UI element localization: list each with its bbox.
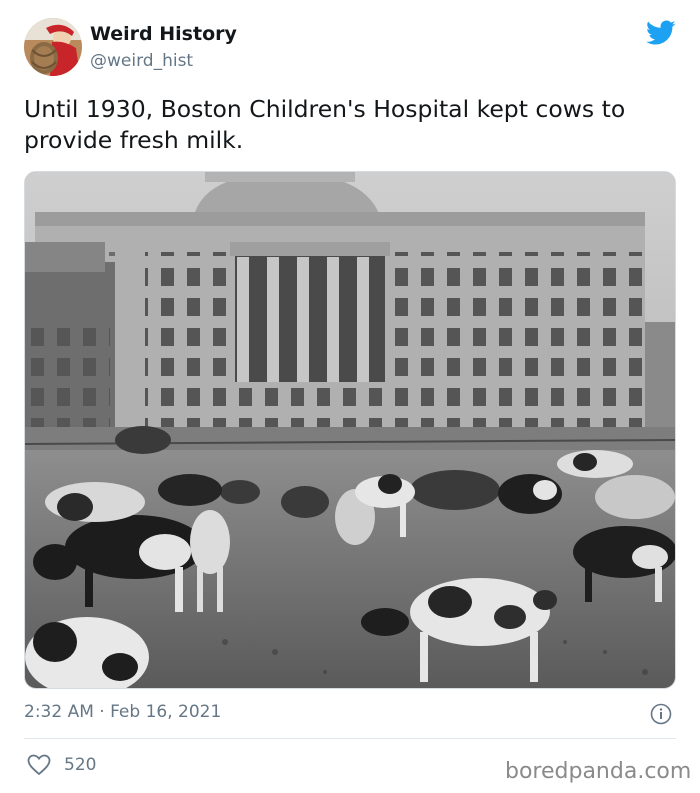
author-display-name[interactable]: Weird History: [90, 23, 237, 45]
tweet-photo[interactable]: [24, 171, 676, 689]
like-count: 520: [64, 755, 97, 775]
historical-photo: [25, 172, 675, 688]
heart-icon[interactable]: [27, 754, 51, 776]
tweet-text: Until 1930, Boston Children's Hospital k…: [24, 95, 626, 154]
tweet-timestamp[interactable]: 2:32 AM · Feb 16, 2021: [24, 702, 221, 722]
avatar[interactable]: [24, 18, 82, 76]
divider: [24, 738, 676, 739]
twitter-bird-icon[interactable]: [646, 20, 676, 46]
info-icon[interactable]: [650, 703, 672, 725]
author-handle[interactable]: @weird_hist: [90, 51, 193, 71]
watermark: boredpanda.com: [505, 759, 692, 784]
